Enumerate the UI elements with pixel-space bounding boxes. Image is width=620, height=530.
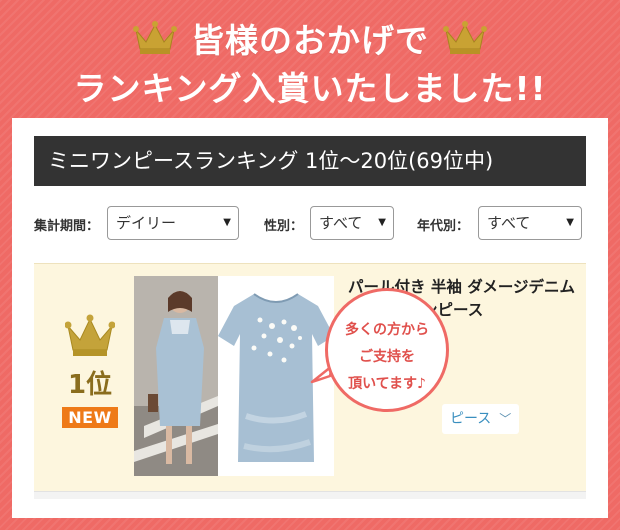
chevron-down-icon: ﹀ xyxy=(499,412,512,426)
gender-label: 性別： xyxy=(264,219,304,234)
bubble-line-3: 頂いてます♪ xyxy=(348,376,426,392)
bubble-line-1: 多くの方から xyxy=(345,322,429,338)
banner-title-line1: 皆様のおかげで xyxy=(191,21,429,60)
ranking-panel: ミニワンピースランキング 1位〜20位(69位中) 集計期間： デイリー ▼ 性… xyxy=(12,118,608,518)
new-badge: NEW xyxy=(62,407,118,428)
banner-title-line2: ランキング入賞いたしました!! xyxy=(73,69,547,108)
filter-bar: 集計期間： デイリー ▼ 性別： すべて ▼ 年代別： すべて ▼ xyxy=(34,206,594,242)
age-select-value: すべて xyxy=(487,214,531,232)
speech-bubble: 多くの方から ご支持を 頂いてます♪ xyxy=(325,288,449,412)
rank-number: 1位 xyxy=(67,370,113,400)
caret-down-icon: ▼ xyxy=(566,217,574,228)
gender-select-value: すべて xyxy=(319,214,363,232)
age-label: 年代別： xyxy=(417,219,470,234)
rank-badge: 1位 NEW xyxy=(58,314,122,428)
banner-heading-row: 皆様のおかげで xyxy=(0,14,620,62)
ranking-banner: 皆様のおかげで ランキング入賞いたしました!! xyxy=(0,0,620,118)
period-select-value: デイリー xyxy=(116,214,177,232)
caret-down-icon: ▼ xyxy=(223,217,231,228)
speech-bubble-text: 多くの方から ご支持を 頂いてます♪ xyxy=(328,317,446,398)
category-chip-text: ピース xyxy=(450,411,492,427)
age-select[interactable]: すべて ▼ xyxy=(478,206,582,240)
card-divider xyxy=(34,491,586,499)
section-title: ミニワンピースランキング 1位〜20位(69位中) xyxy=(34,136,586,186)
period-label: 集計期間： xyxy=(34,219,100,234)
product-image[interactable] xyxy=(134,276,334,476)
gender-select[interactable]: すべて ▼ xyxy=(310,206,394,240)
caret-down-icon: ▼ xyxy=(378,217,386,228)
crown-icon xyxy=(133,21,177,55)
period-select[interactable]: デイリー ▼ xyxy=(107,206,239,240)
crown-icon xyxy=(443,21,487,55)
bubble-line-2: ご支持を xyxy=(359,349,415,365)
category-dropdown[interactable]: ピース ﹀ xyxy=(442,404,520,434)
crown-icon xyxy=(64,314,116,362)
